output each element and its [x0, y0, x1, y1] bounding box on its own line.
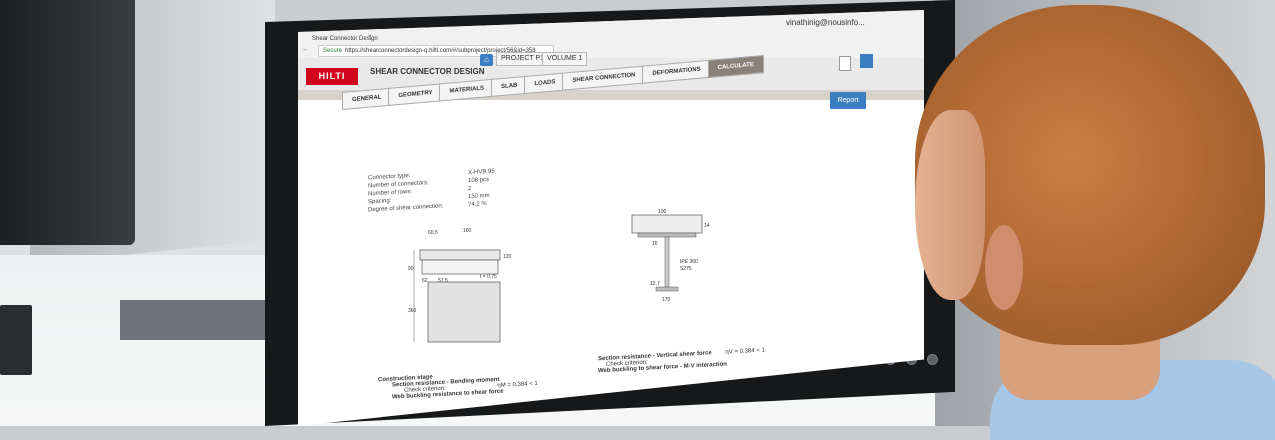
results-left: Construction stage Section resistance - …	[378, 367, 578, 401]
dim-label: 100	[658, 209, 667, 215]
vertical-symbol: ηV	[725, 349, 733, 356]
step-tab-geometry[interactable]: GEOMETRY	[388, 83, 443, 106]
user-name[interactable]: vinathinig@nousinfo...	[786, 18, 865, 27]
cup	[0, 305, 32, 375]
dim-label: 120	[503, 254, 512, 260]
step-tab-loads[interactable]: LOADS	[524, 72, 566, 95]
report-button[interactable]: Report	[830, 92, 866, 109]
dim-label: 62	[422, 278, 428, 284]
beam-section-drawing: 100 14 10 IPE 360 S275 12.7 170	[631, 209, 710, 303]
home-icon[interactable]: ⌂	[480, 54, 493, 66]
step-tab-general[interactable]: GENERAL	[342, 87, 392, 110]
person-ear	[985, 225, 1023, 310]
summary-value: 2	[468, 185, 472, 193]
document-icon[interactable]	[839, 56, 851, 71]
dim-label: 360	[408, 308, 417, 314]
dim-label: 57.5	[438, 278, 448, 284]
person-face	[915, 110, 985, 300]
summary-value: 74.2 %	[468, 201, 487, 209]
save-icon[interactable]	[860, 54, 873, 68]
step-tab-slab[interactable]: SLAB	[491, 75, 528, 97]
dim-label: 90	[408, 266, 414, 272]
background-monitor	[0, 0, 135, 245]
dim-label: 60.5	[428, 230, 438, 236]
results-right: Section resistance - Vertical shear forc…	[598, 344, 838, 375]
summary-table: Connector type: X-HVB 95 Number of connect…	[368, 169, 495, 216]
dim-label: 160	[463, 228, 472, 234]
dim-label: S275	[680, 266, 692, 272]
breadcrumb-volume[interactable]: VOLUME 1	[542, 52, 588, 66]
slab-section-drawing: 60.5 160 120 90 62 57.5 t = 0.75 360	[408, 228, 512, 343]
dim-label: 10	[652, 241, 658, 247]
dim-label: IPE 360	[680, 259, 698, 265]
monitor-button	[927, 354, 938, 365]
dim-label: 14	[704, 223, 710, 229]
monitor-screen: Shear Connector Design × vinathinig@nous…	[298, 10, 924, 426]
dim-label: t = 0.75	[480, 274, 497, 280]
dim-label: 12.7	[650, 281, 660, 287]
close-icon[interactable]: ×	[368, 34, 372, 40]
app-title: SHEAR CONNECTOR DESIGN	[370, 67, 485, 76]
dim-label: 170	[662, 297, 671, 303]
summary-value: 108 pcs	[468, 176, 490, 185]
secure-label: Secure	[323, 48, 343, 54]
hilti-logo: HILTI	[306, 68, 358, 85]
